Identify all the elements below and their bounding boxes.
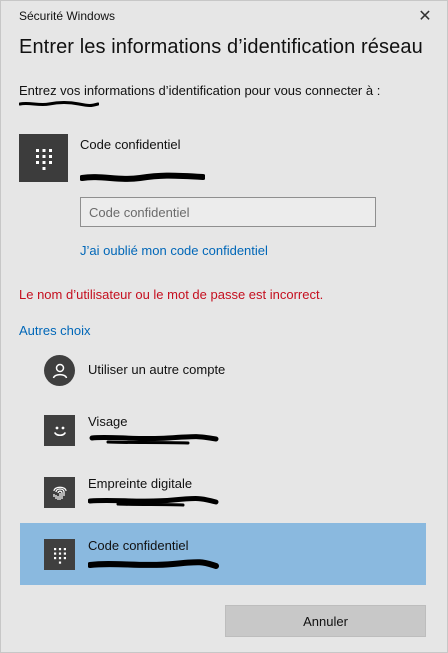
- redacted-username: [80, 172, 205, 182]
- option-other-account[interactable]: Utiliser un autre compte: [20, 339, 426, 401]
- option-label: Utiliser un autre compte: [88, 362, 226, 377]
- credential-label: Code confidentiel: [80, 137, 181, 152]
- fingerprint-icon: [44, 477, 75, 508]
- option-pin[interactable]: Code confidentiel: [20, 523, 426, 585]
- pin-input[interactable]: [80, 197, 376, 227]
- redacted-account: [88, 559, 219, 569]
- user-glyph: [52, 363, 67, 378]
- close-button[interactable]: ✕: [413, 7, 437, 27]
- redacted-server-name: [19, 101, 99, 107]
- other-choices-link[interactable]: Autres choix: [19, 323, 91, 338]
- option-label: Empreinte digitale: [88, 476, 193, 491]
- page-title: Entrer les informations d’identification…: [19, 36, 423, 58]
- fingerprint-glyph: [52, 486, 67, 500]
- keypad-icon: [19, 134, 68, 182]
- option-label: Visage: [88, 414, 128, 429]
- keypad-icon: [44, 539, 75, 570]
- intro-text: Entrez vos informations d’identification…: [19, 83, 381, 98]
- face-glyph: [53, 426, 66, 436]
- option-face[interactable]: Visage: [20, 399, 426, 461]
- window-title: Sécurité Windows: [19, 9, 116, 23]
- redacted-account: [89, 434, 219, 445]
- cancel-button[interactable]: Annuler: [225, 605, 426, 637]
- redacted-account: [88, 496, 219, 507]
- face-icon: [44, 415, 75, 446]
- user-icon: [44, 355, 75, 386]
- option-label: Code confidentiel: [88, 538, 189, 553]
- credential-dialog: Sécurité Windows ✕ Entrer les informatio…: [0, 0, 448, 653]
- close-icon: ✕: [418, 8, 432, 25]
- keypad-glyph: [35, 149, 52, 170]
- error-message: Le nom d’utilisateur ou le mot de passe …: [19, 287, 324, 302]
- keypad-glyph: [53, 547, 66, 564]
- option-fingerprint[interactable]: Empreinte digitale: [20, 461, 426, 523]
- forgot-pin-link[interactable]: J’ai oublié mon code confidentiel: [80, 243, 268, 258]
